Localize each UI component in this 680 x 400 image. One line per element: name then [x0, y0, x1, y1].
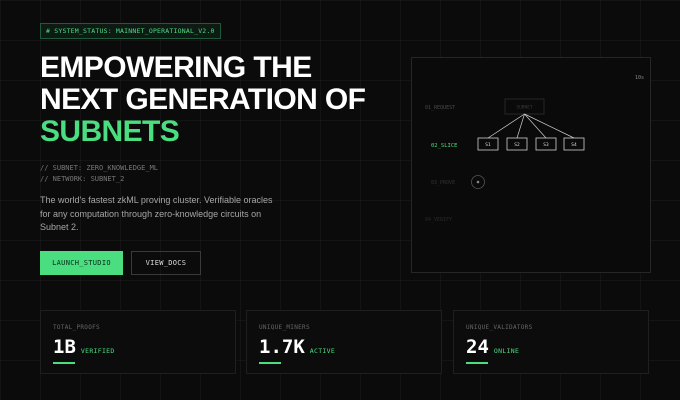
stat-unit: ONLINE: [493, 347, 520, 355]
stat-value-row: 1.7K ACTIVE: [259, 336, 335, 358]
slice-label-s3: S3: [543, 142, 549, 148]
slice-label-s2: S2: [514, 142, 520, 148]
view-docs-button[interactable]: VIEW_DOCS: [131, 251, 201, 275]
subnet-pipeline-diagram: 10s 01_REQUEST 02_SLICE 03_PROVE 04_VERI…: [411, 57, 651, 273]
stat-value-row: 24 ONLINE: [466, 336, 519, 358]
slice-label-s1: S1: [485, 142, 491, 148]
prover-node-core-icon: [476, 180, 480, 184]
stat-label: UNIQUE_VALIDATORS: [466, 324, 533, 331]
row-label-request: 01_REQUEST: [425, 105, 455, 111]
hero-description: The world's fastest zkML proving cluster…: [40, 195, 273, 232]
headline-line-3: SUBNETS: [40, 115, 180, 148]
stat-unit: ACTIVE: [309, 347, 336, 355]
hero-headline: EMPOWERING THE NEXT GENERATION OF SUBNET…: [40, 51, 366, 148]
system-status-badge: # SYSTEM_STATUS: MAINNET_OPERATIONAL_V2.…: [40, 23, 221, 39]
meta-network: // NETWORK: SUBNET_2: [40, 175, 125, 183]
stat-value-row: 1B VERIFIED: [53, 336, 115, 358]
stat-value: 1B: [53, 336, 76, 358]
row-label-prove: 03_PROVE: [431, 180, 455, 186]
root-node-label: SUBNET: [516, 105, 533, 111]
launch-studio-button[interactable]: LAUNCH_STUDIO: [40, 251, 123, 275]
stat-value: 1.7K: [259, 336, 305, 358]
corner-label: 10s: [635, 75, 644, 81]
connector-s2: [516, 113, 525, 139]
stat-card-unique-validators: UNIQUE_VALIDATORS 24 ONLINE: [453, 310, 649, 374]
connector-s4: [524, 113, 575, 139]
stat-label: TOTAL_PROOFS: [53, 324, 100, 331]
stat-value: 24: [466, 336, 489, 358]
stat-card-unique-miners: UNIQUE_MINERS 1.7K ACTIVE: [246, 310, 442, 374]
row-label-slice: 02_SLICE: [431, 143, 458, 149]
stat-accent-bar: [53, 362, 75, 364]
pipeline-svg: 10s 01_REQUEST 02_SLICE 03_PROVE 04_VERI…: [425, 75, 644, 223]
stat-accent-bar: [259, 362, 281, 364]
stat-unit: VERIFIED: [80, 347, 115, 355]
row-label-verify: 04_VERIFY: [425, 217, 452, 223]
meta-subnet: // SUBNET: ZERO_KNOWLEDGE_ML: [40, 164, 159, 172]
slice-label-s4: S4: [571, 142, 577, 148]
headline-line-2: NEXT GENERATION OF: [40, 83, 366, 116]
connector-s3: [524, 113, 547, 139]
headline-line-1: EMPOWERING THE: [40, 51, 312, 84]
stat-label: UNIQUE_MINERS: [259, 324, 310, 331]
stat-accent-bar: [466, 362, 488, 364]
connector-s1: [487, 113, 525, 139]
stat-card-total-proofs: TOTAL_PROOFS 1B VERIFIED: [40, 310, 236, 374]
subnet-meta: // SUBNET: ZERO_KNOWLEDGE_ML // NETWORK:…: [40, 163, 158, 185]
